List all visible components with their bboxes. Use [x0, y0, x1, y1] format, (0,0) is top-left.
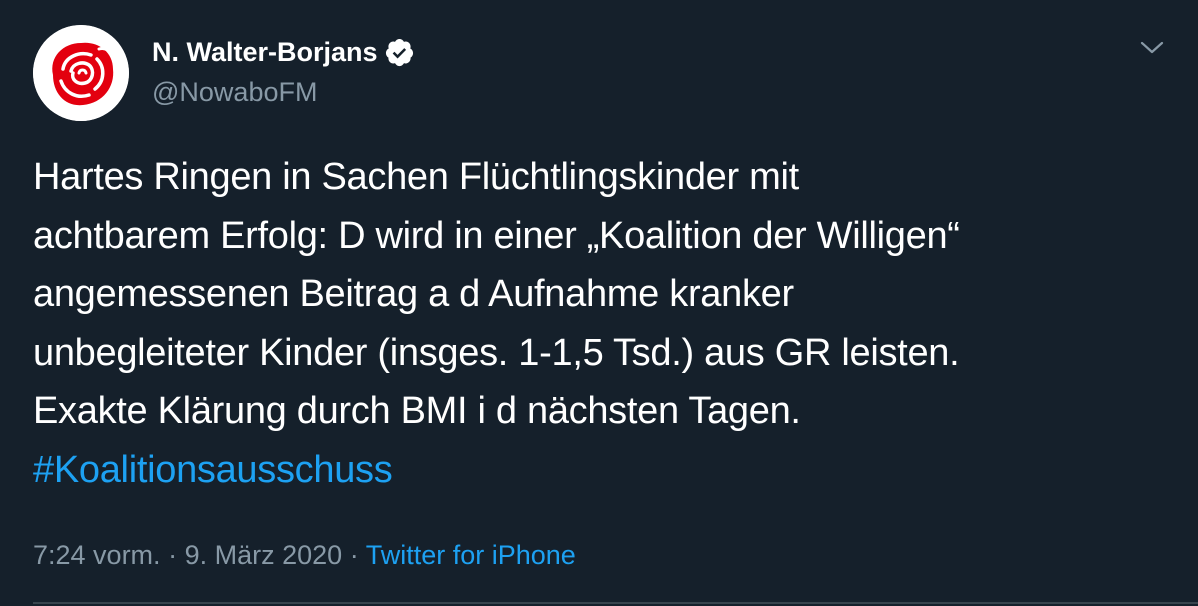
verified-badge-icon — [385, 38, 413, 66]
tweet-text-line: angemessenen Beitrag a d Aufnahme kranke… — [33, 273, 794, 315]
display-name[interactable]: N. Walter-Borjans — [152, 32, 378, 72]
tweet-time[interactable]: 7:24 vorm. — [33, 540, 161, 570]
tweet-text-line: unbegleiteter Kinder (insges. 1-1,5 Tsd.… — [33, 331, 960, 374]
tweet-source-link[interactable]: Twitter for iPhone — [366, 540, 576, 570]
tweet-text-line: Hartes Ringen in Sachen Flüchtlingskinde… — [33, 156, 799, 198]
hashtag-link[interactable]: #Koalitionsausschuss — [33, 441, 1173, 500]
tweet-card: N. Walter-Borjans @NowaboFM Hartes Ringe… — [0, 0, 1198, 606]
meta-separator: · — [168, 540, 178, 570]
tweet-text-line: Exakte Klärung durch BMI i d nächsten Ta… — [33, 390, 801, 432]
user-handle[interactable]: @NowaboFM — [152, 74, 317, 110]
tweet-meta: 7:24 vorm. · 9. März 2020 · Twitter for … — [33, 535, 576, 575]
spd-rose-icon — [33, 25, 129, 121]
tweet-text-line: achtbarem Erfolg: D wird in einer „Koali… — [33, 214, 960, 257]
tweet-text: Hartes Ringen in Sachen Flüchtlingskinde… — [33, 148, 1173, 499]
meta-separator: · — [349, 540, 359, 570]
avatar[interactable] — [33, 25, 129, 121]
author-row: N. Walter-Borjans — [152, 32, 415, 72]
divider — [33, 602, 1198, 604]
tweet-date[interactable]: 9. März 2020 — [185, 540, 343, 570]
chevron-down-icon[interactable] — [1138, 36, 1166, 60]
